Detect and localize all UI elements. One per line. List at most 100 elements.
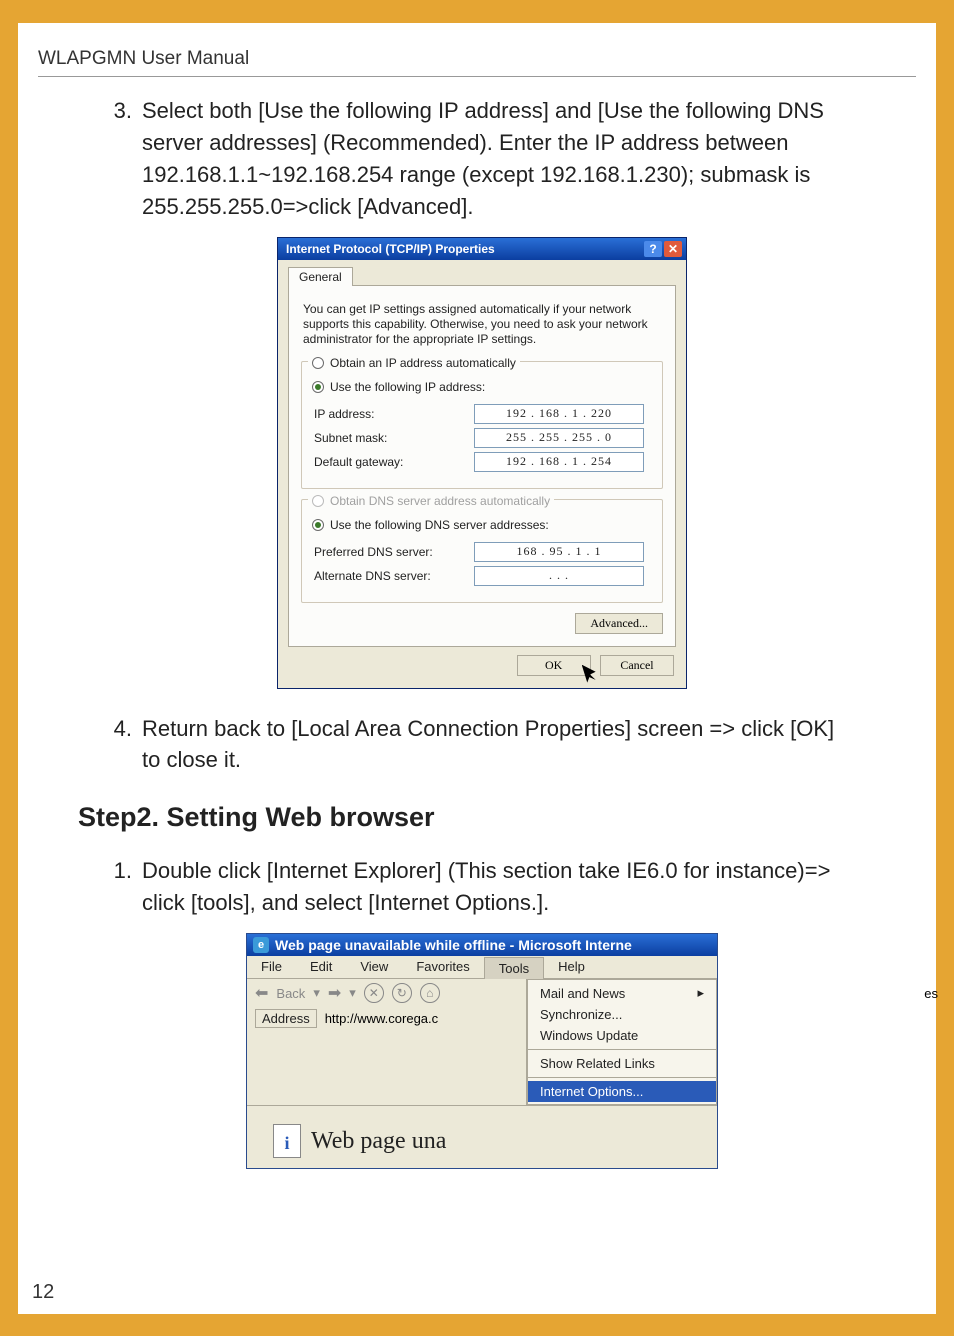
radio-icon-disabled xyxy=(312,495,324,507)
field-label: Preferred DNS server: xyxy=(314,545,474,559)
radio-label: Obtain an IP address automatically xyxy=(330,356,516,370)
address-label: Address xyxy=(255,1009,317,1028)
menu-item-label: Synchronize... xyxy=(540,1007,622,1022)
tab-panel: You can get IP settings assigned automat… xyxy=(288,285,676,647)
ip-group: Obtain an IP address automatically Use t… xyxy=(301,361,663,489)
menu-mail-news[interactable]: Mail and News ▸ xyxy=(528,982,716,1004)
ip-address-input[interactable]: 192 . 168 . 1 . 220 xyxy=(474,404,644,424)
back-label[interactable]: Back xyxy=(276,986,305,1001)
radio-label: Use the following DNS server addresses: xyxy=(330,518,549,532)
dns-group: Obtain DNS server address automatically … xyxy=(301,499,663,603)
content-area: 3. Select both [Use the following IP add… xyxy=(38,95,916,1169)
menu-edit[interactable]: Edit xyxy=(296,956,346,978)
dropdown-caret-icon[interactable]: ▾ xyxy=(313,985,320,1001)
dialog-title: Internet Protocol (TCP/IP) Properties xyxy=(286,242,642,256)
radio-icon-selected xyxy=(312,381,324,393)
menu-separator xyxy=(528,1077,716,1078)
subnet-row: Subnet mask: 255 . 255 . 255 . 0 xyxy=(314,428,650,448)
ok-button[interactable]: OK xyxy=(517,655,591,676)
ie-title: Web page unavailable while offline - Mic… xyxy=(275,937,632,953)
document-page: WLAPGMN User Manual 3. Select both [Use … xyxy=(18,18,936,1314)
menu-synchronize[interactable]: Synchronize... xyxy=(528,1004,716,1025)
radio-use-ip[interactable]: Use the following IP address: xyxy=(308,380,489,394)
pref-dns-input[interactable]: 168 . 95 . 1 . 1 xyxy=(474,542,644,562)
step-number: 4. xyxy=(108,713,132,777)
cancel-button[interactable]: Cancel xyxy=(600,655,674,676)
menu-item-label: Internet Options... xyxy=(540,1084,643,1099)
dialog-body: General You can get IP settings assigned… xyxy=(278,260,686,688)
advanced-row: Advanced... xyxy=(301,613,663,634)
field-label: IP address: xyxy=(314,407,474,421)
ie-toolbar-row: ⬅ Back ▾ ➡ ▾ ✕ ↻ ⌂ Address http://www.co… xyxy=(247,979,717,1105)
menu-separator xyxy=(528,1049,716,1050)
step-text: Select both [Use the following IP addres… xyxy=(142,95,856,223)
menu-item-label: Windows Update xyxy=(540,1028,638,1043)
subnet-input[interactable]: 255 . 255 . 255 . 0 xyxy=(474,428,644,448)
dropdown-caret-icon[interactable]: ▾ xyxy=(349,985,356,1001)
radio-label-disabled: Obtain DNS server address automatically xyxy=(330,494,550,508)
truncated-text: es xyxy=(924,986,938,1001)
radio-label: Use the following IP address: xyxy=(330,380,485,394)
address-value[interactable]: http://www.corega.c xyxy=(325,1011,438,1026)
step-item-3: 3. Select both [Use the following IP add… xyxy=(108,95,856,223)
ie-menubar: File Edit View Favorites Tools Help xyxy=(247,956,717,979)
top-accent-bar xyxy=(18,18,936,23)
radio-icon-selected xyxy=(312,519,324,531)
ie-screenshot: e Web page unavailable while offline - M… xyxy=(108,933,856,1169)
tcpip-screenshot: Internet Protocol (TCP/IP) Properties ? … xyxy=(108,237,856,689)
menu-favorites[interactable]: Favorites xyxy=(402,956,483,978)
menu-view[interactable]: View xyxy=(346,956,402,978)
step-text: Double click [Internet Explorer] (This s… xyxy=(142,855,856,919)
ie-toolbar: ⬅ Back ▾ ➡ ▾ ✕ ↻ ⌂ Address http://www.co… xyxy=(247,979,527,1105)
step-number: 1. xyxy=(108,855,132,919)
step2-item-1: 1. Double click [Internet Explorer] (Thi… xyxy=(108,855,856,919)
info-icon: i xyxy=(273,1124,301,1158)
step-item-4: 4. Return back to [Local Area Connection… xyxy=(108,713,856,777)
ie-icon: e xyxy=(253,937,269,953)
ie-page-area: i Web page una xyxy=(247,1105,717,1168)
radio-icon xyxy=(312,357,324,369)
tcpip-dialog: Internet Protocol (TCP/IP) Properties ? … xyxy=(277,237,687,689)
alt-dns-input[interactable]: . . . xyxy=(474,566,644,586)
tools-dropdown: Mail and News ▸ es Synchronize... Window… xyxy=(527,979,717,1105)
dialog-button-row: OK Cancel xyxy=(288,647,676,678)
menu-windows-update[interactable]: Windows Update xyxy=(528,1025,716,1046)
menu-help[interactable]: Help xyxy=(544,956,599,978)
nav-buttons: ⬅ Back ▾ ➡ ▾ ✕ ↻ ⌂ xyxy=(255,983,518,1003)
step-number: 3. xyxy=(108,95,132,223)
gateway-input[interactable]: 192 . 168 . 1 . 254 xyxy=(474,452,644,472)
dialog-description: You can get IP settings assigned automat… xyxy=(303,302,661,347)
step-text: Return back to [Local Area Connection Pr… xyxy=(142,713,856,777)
field-label: Default gateway: xyxy=(314,455,474,469)
menu-tools[interactable]: Tools xyxy=(484,957,544,979)
page-number: 12 xyxy=(32,1281,54,1304)
menu-item-label: Show Related Links xyxy=(540,1056,655,1071)
close-icon[interactable]: ✕ xyxy=(664,241,682,257)
gateway-row: Default gateway: 192 . 168 . 1 . 254 xyxy=(314,452,650,472)
ie-window: e Web page unavailable while offline - M… xyxy=(246,933,718,1169)
page-header: WLAPGMN User Manual xyxy=(38,18,916,77)
alt-dns-row: Alternate DNS server: . . . xyxy=(314,566,650,586)
page-heading: Web page una xyxy=(311,1128,446,1155)
dialog-titlebar: Internet Protocol (TCP/IP) Properties ? … xyxy=(278,238,686,260)
stop-icon[interactable]: ✕ xyxy=(364,983,384,1003)
field-label: Subnet mask: xyxy=(314,431,474,445)
radio-auto-ip[interactable]: Obtain an IP address automatically xyxy=(308,356,520,370)
address-bar: Address http://www.corega.c xyxy=(255,1009,518,1028)
menu-file[interactable]: File xyxy=(247,956,296,978)
radio-use-dns[interactable]: Use the following DNS server addresses: xyxy=(308,518,553,532)
field-label: Alternate DNS server: xyxy=(314,569,474,583)
submenu-arrow-icon: ▸ xyxy=(697,985,704,1001)
radio-auto-dns: Obtain DNS server address automatically xyxy=(308,494,554,508)
back-arrow-icon[interactable]: ⬅ xyxy=(255,983,268,1003)
advanced-button[interactable]: Advanced... xyxy=(575,613,663,634)
home-icon[interactable]: ⌂ xyxy=(420,983,440,1003)
forward-arrow-icon[interactable]: ➡ xyxy=(328,983,341,1003)
menu-related-links[interactable]: Show Related Links xyxy=(528,1053,716,1074)
ip-address-row: IP address: 192 . 168 . 1 . 220 xyxy=(314,404,650,424)
menu-internet-options[interactable]: Internet Options... xyxy=(528,1081,716,1102)
tab-general[interactable]: General xyxy=(288,267,353,286)
refresh-icon[interactable]: ↻ xyxy=(392,983,412,1003)
help-icon[interactable]: ? xyxy=(644,241,662,257)
menu-item-label: Mail and News xyxy=(540,986,625,1001)
